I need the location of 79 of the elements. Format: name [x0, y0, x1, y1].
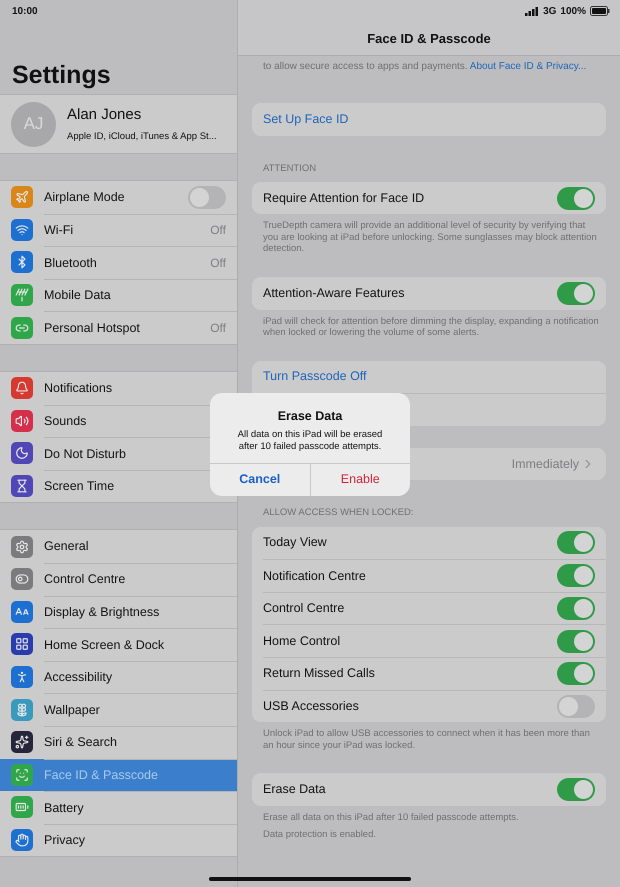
action-link[interactable]: Turn Passcode Off: [263, 367, 367, 386]
intro-text: to allow secure access to apps and payments. About Face ID & Privacy...: [262, 60, 588, 74]
sidebar-item-label: Screen Time: [44, 478, 116, 496]
sidebar-item[interactable]: Accessibility: [0, 660, 237, 694]
status-time: 10:00: [12, 4, 38, 18]
section-footer: Unlock iPad to allow USB accessories to connect when it has been more than an hour since your iPad was locked.: [252, 728, 606, 752]
toggle-switch[interactable]: [557, 597, 595, 620]
sidebar-item-label: Sounds: [44, 412, 88, 430]
cancel-button[interactable]: Cancel: [210, 464, 310, 496]
sidebar-item[interactable]: Battery: [0, 791, 237, 824]
section-footer: TrueDepth camera will provide an additional level of security by verifying that you are looking at iPad before unlocking. Some sunglasses may block attention detection.: [252, 220, 606, 255]
sidebar-item-label: General: [44, 538, 90, 556]
toggle-switch[interactable]: [557, 662, 595, 686]
sidebar-item-label: Airplane Mode: [44, 188, 126, 206]
sidebar-item-label: Face ID & Passcode: [44, 766, 159, 784]
profile-subtitle: Apple ID, iCloud, iTunes & App St...: [67, 130, 217, 144]
battery-icon: [590, 6, 610, 16]
sidebar-item-label: Control Centre: [44, 571, 126, 588]
toggle-switch[interactable]: [557, 186, 595, 210]
toggle-switch[interactable]: [188, 186, 226, 209]
section-footer: Data protection is enabled.: [252, 829, 606, 841]
section-header: ATTENTION: [262, 162, 318, 176]
setting-label: Today View: [263, 534, 328, 552]
sidebar-item-label: Home Screen & Dock: [44, 636, 166, 654]
profile-name: Alan Jones: [67, 104, 142, 125]
sidebar-title: Settings: [12, 63, 111, 88]
alert-message: All data on this iPad will be erased after 10 failed passcode attempts.: [236, 428, 384, 453]
alert-title: Erase Data: [278, 408, 342, 425]
section-footer: iPad will check for attention before dimming the display, expanding a notification when locked or lowering the volume of some alerts.: [252, 316, 606, 339]
sidebar-item[interactable]: Bluetooth Off: [0, 246, 237, 279]
sidebar-item[interactable]: General: [0, 530, 237, 563]
sidebar-item-label: Notifications: [44, 380, 114, 397]
toggle-switch[interactable]: [557, 694, 595, 718]
sidebar-item-label: Accessibility: [44, 669, 114, 686]
sidebar-item[interactable]: Display & Brightness: [0, 596, 237, 628]
sidebar-item[interactable]: Privacy: [0, 824, 237, 856]
toggle-switch[interactable]: [557, 531, 595, 554]
setting-label: Erase Data: [263, 781, 327, 798]
sidebar-item-value: Off: [210, 254, 226, 272]
setting-label: Home Control: [263, 632, 342, 650]
toggle-switch[interactable]: [557, 778, 595, 801]
section-header: ALLOW ACCESS WHEN LOCKED:: [262, 506, 414, 520]
section-footer: Erase all data on this iPad after 10 failed passcode attempts.: [252, 812, 606, 824]
sidebar-item-label: Display & Brightness: [44, 604, 160, 621]
network-type: 3G: [543, 4, 556, 18]
battery-percent: 100%: [560, 4, 586, 18]
sidebar-item-label: Privacy: [44, 832, 86, 850]
sidebar-item-label: Wallpaper: [44, 702, 101, 719]
enable-button[interactable]: Enable: [310, 464, 410, 496]
setting-label: Require Attention for Face ID: [263, 190, 426, 207]
sidebar-item-label: Bluetooth: [44, 254, 98, 272]
setting-label: USB Accessories: [263, 698, 360, 715]
nav-title: Face ID & Passcode: [367, 30, 491, 48]
sidebar-item[interactable]: Personal Hotspot Off: [0, 311, 237, 344]
sidebar-item[interactable]: Control Centre: [0, 562, 237, 596]
sidebar-item-value: Off: [210, 222, 226, 240]
toggle-switch[interactable]: [557, 564, 595, 588]
sidebar-item-label: Siri & Search: [44, 734, 118, 752]
setting-label: Return Missed Calls: [263, 665, 376, 682]
sidebar-item[interactable]: Notifications: [0, 372, 237, 405]
sidebar-item-label: Mobile Data: [44, 287, 112, 304]
signal-icon: [525, 6, 540, 16]
sidebar-item-label: Personal Hotspot: [44, 320, 141, 337]
action-link[interactable]: Set Up Face ID: [263, 110, 348, 129]
setting-label: Control Centre: [263, 600, 346, 618]
sidebar-item-label: Wi-Fi: [44, 222, 74, 240]
sidebar-item-label: Do Not Disturb: [44, 446, 127, 463]
sidebar-item[interactable]: Wallpaper: [0, 693, 237, 726]
toggle-switch[interactable]: [557, 630, 595, 653]
setting-label: Attention-Aware Features: [263, 284, 406, 302]
setting-label: Notification Centre: [263, 568, 367, 585]
sidebar-item[interactable]: Siri & Search: [0, 726, 237, 758]
sidebar-item[interactable]: Wi-Fi Off: [0, 214, 237, 246]
sidebar-item[interactable]: Home Screen & Dock: [0, 628, 237, 661]
toggle-switch[interactable]: [557, 282, 595, 305]
sidebar-item-value: Off: [210, 320, 226, 338]
sidebar-item-label: Battery: [44, 800, 85, 817]
sidebar-item[interactable]: Airplane Mode: [0, 181, 237, 214]
sidebar-item[interactable]: Mobile Data: [0, 278, 237, 312]
